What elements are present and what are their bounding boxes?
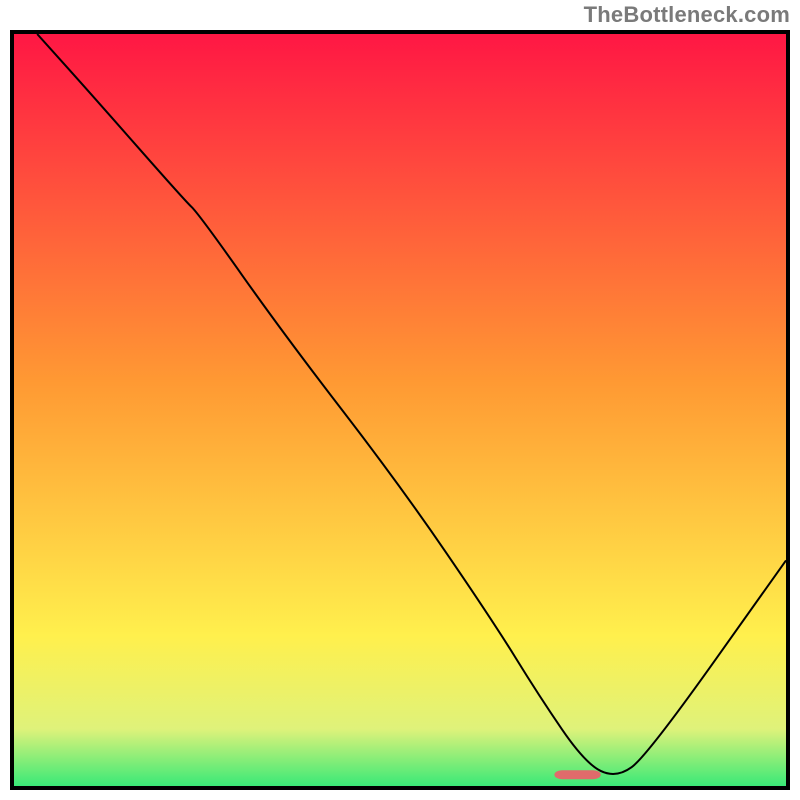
curve-layer	[14, 34, 786, 786]
watermark-text: TheBottleneck.com	[584, 2, 790, 28]
plot-border	[10, 30, 790, 790]
plot-area	[14, 34, 786, 786]
chart-frame: TheBottleneck.com	[0, 0, 800, 800]
optimal-marker	[554, 770, 600, 779]
bottleneck-curve	[37, 34, 786, 774]
